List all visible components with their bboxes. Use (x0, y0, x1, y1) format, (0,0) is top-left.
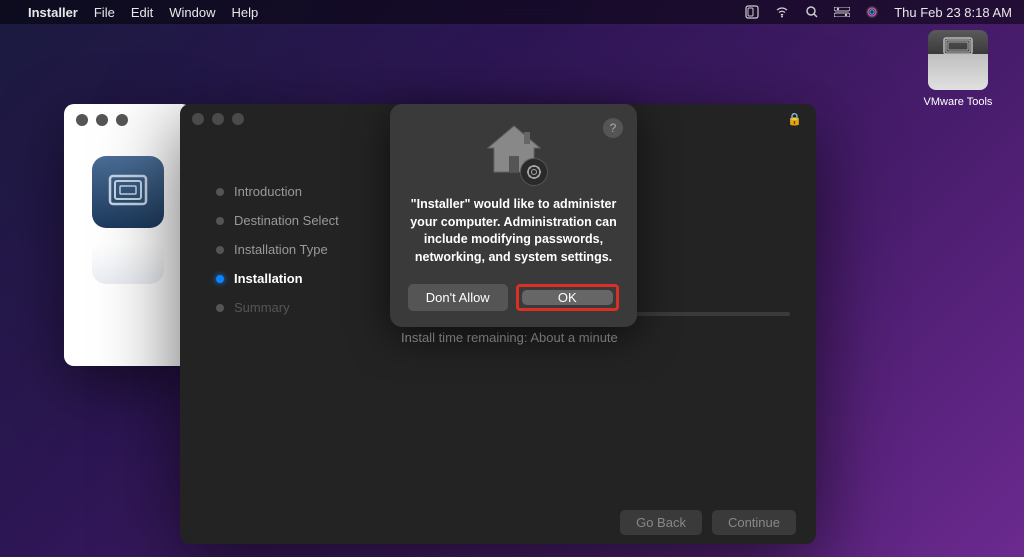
edit-menu[interactable]: Edit (131, 5, 153, 20)
sidebar-item-installation: Installation (216, 271, 375, 286)
minimize-icon[interactable] (96, 114, 108, 126)
alert-message: "Installer" would like to administer you… (408, 196, 619, 266)
installer-sidebar: Introduction Destination Select Installa… (180, 134, 375, 500)
clock[interactable]: Thu Feb 23 8:18 AM (894, 5, 1012, 20)
stage-manager-icon[interactable] (744, 4, 760, 20)
wifi-icon[interactable] (774, 4, 790, 20)
help-icon[interactable]: ? (603, 118, 623, 138)
spotlight-icon[interactable] (804, 4, 820, 20)
continue-button: Continue (712, 510, 796, 535)
desktop-icon-label: VMware Tools (918, 96, 998, 108)
vmware-icon (92, 156, 164, 228)
go-back-button: Go Back (620, 510, 702, 535)
ok-highlight: OK (516, 284, 620, 311)
close-icon[interactable] (76, 114, 88, 126)
sidebar-item-label: Destination Select (234, 213, 339, 228)
icon-reflection (92, 234, 164, 284)
help-menu[interactable]: Help (231, 5, 258, 20)
lock-icon: 🔒 (787, 112, 802, 126)
alert-icon (482, 122, 546, 182)
sidebar-item-label: Summary (234, 300, 290, 315)
sidebar-item-introduction: Introduction (216, 184, 375, 199)
permission-alert: ? "Installer" would like to administer y… (390, 104, 637, 327)
bullet-icon (216, 217, 224, 225)
disk-icon (928, 30, 988, 90)
system-menubar: Installer File Edit Window Help Thu Feb … (0, 0, 1024, 24)
sidebar-item-summary: Summary (216, 300, 375, 315)
dont-allow-button[interactable]: Don't Allow (408, 284, 508, 311)
sidebar-item-label: Installation Type (234, 242, 328, 257)
background-window (64, 104, 192, 366)
control-center-icon[interactable] (834, 4, 850, 20)
sidebar-item-label: Introduction (234, 184, 302, 199)
gear-icon (520, 158, 548, 186)
sidebar-item-install-type: Installation Type (216, 242, 375, 257)
bullet-icon (216, 246, 224, 254)
window-menu[interactable]: Window (169, 5, 215, 20)
close-icon[interactable] (192, 113, 204, 125)
file-menu[interactable]: File (94, 5, 115, 20)
ok-button[interactable]: OK (522, 290, 614, 305)
app-menu[interactable]: Installer (28, 5, 78, 20)
siri-icon[interactable] (864, 4, 880, 20)
sidebar-item-label: Installation (234, 271, 303, 286)
maximize-icon[interactable] (232, 113, 244, 125)
minimize-icon[interactable] (212, 113, 224, 125)
bullet-icon (216, 188, 224, 196)
progress-label: Install time remaining: About a minute (401, 330, 790, 345)
bullet-icon (216, 304, 224, 312)
desktop-icon-vmware-tools[interactable]: VMware Tools (918, 30, 998, 108)
bullet-icon (216, 275, 224, 283)
maximize-icon[interactable] (116, 114, 128, 126)
sidebar-item-destination: Destination Select (216, 213, 375, 228)
